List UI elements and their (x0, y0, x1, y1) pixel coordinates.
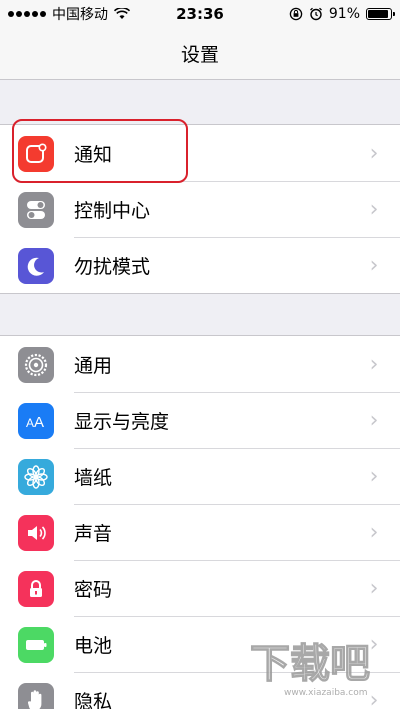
settings-row-battery[interactable]: 电池 › (0, 616, 400, 672)
settings-row-label: 控制中心 (74, 200, 151, 222)
settings-row-label: 密码 (74, 579, 113, 601)
chevron-right-icon: › (369, 576, 379, 601)
settings-row-label: 声音 (74, 523, 113, 545)
settings-row-label: 显示与亮度 (74, 411, 170, 433)
wallpaper-icon (18, 459, 54, 495)
battery-fill (368, 10, 389, 18)
settings-row-label: 墙纸 (74, 467, 113, 489)
hand-icon (18, 683, 54, 709)
battery-icon (18, 627, 54, 663)
chevron-right-icon: › (369, 197, 379, 222)
lock-icon (18, 571, 54, 607)
rotation-lock-icon (289, 7, 303, 21)
chevron-right-icon: › (369, 632, 379, 657)
display-brightness-icon: A A (18, 403, 54, 439)
chevron-right-icon: › (369, 408, 379, 433)
moon-icon (18, 248, 54, 284)
page-title: 设置 (180, 44, 219, 66)
battery-status-icon (366, 8, 395, 20)
settings-row-wallpaper[interactable]: 墙纸 › (0, 448, 400, 504)
settings-row-do-not-disturb[interactable]: 勿扰模式 › (0, 237, 400, 293)
notification-icon (18, 136, 54, 172)
settings-row-passcode[interactable]: 密码 › (0, 560, 400, 616)
settings-row-label: 电池 (74, 635, 113, 657)
alarm-icon (309, 7, 322, 21)
settings-row-label: 通用 (74, 354, 113, 377)
settings-row-general[interactable]: 通用 › (0, 336, 400, 392)
settings-group-1: 通知 › 控制中心 › 勿扰模式 › (0, 124, 400, 294)
svg-text:A: A (34, 414, 44, 431)
settings-row-control-center[interactable]: 控制中心 › (0, 181, 400, 237)
chevron-right-icon: › (369, 688, 379, 709)
signal-strength-icon (8, 11, 46, 17)
settings-group-2: 通用 › A A 显示与亮度 › 墙纸 › 声音 › 密码 › 电池 › 隐私 … (0, 335, 400, 709)
chevron-right-icon: › (369, 351, 379, 377)
navigation-bar: 设置 (0, 28, 400, 80)
settings-row-notifications[interactable]: 通知 › (0, 125, 400, 181)
settings-row-label: 勿扰模式 (74, 256, 151, 278)
settings-row-label: 通知 (74, 143, 113, 166)
carrier-label: 中国移动 (52, 7, 108, 23)
chevron-right-icon: › (369, 464, 379, 489)
control-center-icon (18, 192, 54, 228)
settings-row-label: 隐私 (74, 691, 113, 709)
chevron-right-icon: › (369, 520, 379, 545)
speaker-icon (18, 515, 54, 551)
settings-row-privacy[interactable]: 隐私 › (0, 672, 400, 709)
gear-icon (18, 347, 54, 383)
settings-row-sounds[interactable]: 声音 › (0, 504, 400, 560)
status-bar: 中国移动 23:36 91% (0, 0, 400, 28)
chevron-right-icon: › (369, 140, 379, 166)
wifi-icon (114, 8, 130, 19)
settings-row-display-brightness[interactable]: A A 显示与亮度 › (0, 392, 400, 448)
battery-percent: 91% (328, 6, 360, 22)
chevron-right-icon: › (369, 253, 379, 278)
svg-text:A: A (26, 416, 34, 430)
